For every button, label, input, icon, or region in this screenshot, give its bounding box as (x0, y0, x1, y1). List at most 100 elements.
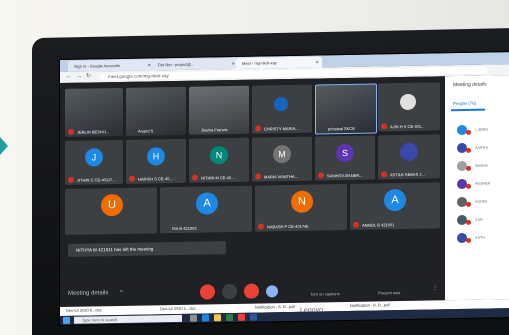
avatar: A (384, 188, 406, 212)
mic-off-icon (129, 175, 135, 182)
reload-icon[interactable]: ↻ (86, 72, 91, 81)
chevron-up-icon[interactable]: ^ (120, 290, 123, 296)
raise-hand-button[interactable] (266, 285, 278, 298)
mic-off-icon (466, 201, 471, 207)
mic-off-icon (466, 165, 471, 171)
avatar: N (210, 146, 228, 165)
task-view-icon[interactable] (190, 314, 197, 322)
participant-name: AJIN (475, 217, 483, 222)
participant-name: ABISHEK (475, 181, 491, 186)
mic-off-icon (466, 183, 471, 189)
tab-label: Meet - mg-nkdr-xay (242, 60, 277, 66)
forward-arrow-icon[interactable]: → (76, 73, 82, 82)
word-icon[interactable] (250, 313, 257, 321)
participant-name: JERLIN BESHIJ... (77, 129, 110, 135)
participant-name: principal SKCE (328, 125, 355, 132)
camera-toggle-button[interactable] (244, 283, 259, 299)
panel-title: Meeting details (453, 81, 487, 89)
participant-name: ASTILE SEBAS J... (390, 171, 425, 178)
avatar (400, 93, 416, 111)
participant-tile[interactable]: S SAMHITA BANER... (315, 135, 375, 181)
participant-name: JITHIN C CE-40117... (77, 177, 116, 183)
more-options-icon[interactable]: ⋮ (432, 284, 438, 291)
mic-off-icon (381, 123, 387, 130)
participant-name: NABASH P CE-40174b (267, 223, 309, 230)
mic-off-icon (68, 176, 74, 183)
participant-tile[interactable]: ASTILE SEBAS J... (378, 134, 440, 180)
participant-name: AGNES (475, 199, 488, 204)
participant-tile[interactable]: JERLIN BESHIJ... (65, 87, 123, 137)
mic-off-icon (318, 172, 324, 179)
avatar: U (101, 193, 123, 217)
download-item[interactable]: Dev-Lit 2020 1...doc (160, 306, 196, 312)
mic-off-icon (466, 129, 471, 135)
participant-name: HARISH S CE-40... (138, 176, 173, 182)
close-icon[interactable]: ✕ (232, 58, 235, 69)
hang-up-button[interactable] (222, 283, 237, 300)
avatar: A (196, 192, 218, 215)
tab-label: Sign in - Google Accounts (74, 62, 121, 69)
participant-name: AJITH (475, 235, 485, 240)
avatar: S (336, 143, 354, 163)
participant-tile[interactable]: CHRISTY MARIA... (252, 84, 312, 134)
edge-icon[interactable] (202, 314, 209, 322)
laptop-screen: Sign in - Google Accounts ✕ Dot Net - pr… (60, 51, 509, 326)
participant-tile[interactable]: Jissina Francis (189, 85, 249, 135)
meeting-details-panel: Meeting details People (76) L JERIN AART… (445, 74, 509, 301)
tab-people[interactable]: People (76) (453, 101, 476, 106)
brand-logo: Lenovo (300, 306, 323, 315)
participant-name: ANMOL B 421901 (362, 222, 395, 228)
notification-toast: NITHYA M 421911 has left the meeting (68, 241, 226, 257)
participant-name: CHRISTY MARIA... (264, 125, 299, 132)
participant-tile[interactable]: N NITHIN M CE-40... (189, 137, 249, 183)
mic-off-icon (466, 237, 471, 243)
download-item[interactable]: Notification - 8. D...pdf (350, 302, 390, 308)
tab-underline (451, 108, 485, 111)
back-arrow-icon[interactable]: ← (66, 73, 72, 82)
participant-name: SAMHITA BANER... (327, 172, 363, 179)
mic-toggle-button[interactable] (200, 284, 215, 300)
participant-name: L JERIN (475, 127, 488, 132)
participant-tile[interactable]: J JITHIN C CE-40117... (65, 139, 123, 185)
download-item[interactable]: Notification - 8. D...pdf (255, 304, 295, 310)
participant-name: NITHIN M CE-40... (201, 174, 235, 181)
participant-tile-speaking[interactable]: principal SKCE (315, 83, 377, 135)
store-icon[interactable] (226, 313, 233, 322)
start-icon[interactable] (63, 316, 70, 324)
meet-video-grid: JERLIN BESHIJ... Anand S Jissina Francis… (60, 76, 445, 284)
mic-off-icon (258, 223, 264, 230)
participant-tile[interactable]: Anand S (126, 86, 186, 136)
participant-name: ISA B 421903 (172, 225, 197, 232)
avatar (400, 142, 418, 162)
participant-tile[interactable]: AJIN H V CE-401... (378, 82, 440, 132)
taskbar-search-input[interactable]: Type here to search (74, 314, 182, 324)
avatar: H (147, 147, 165, 166)
participant-tile[interactable]: A ISA B 421903 (160, 185, 252, 234)
mic-off-icon (466, 147, 471, 153)
mic-off-icon (353, 221, 359, 228)
folder-icon[interactable] (214, 314, 221, 322)
participant-name: Anand S (138, 128, 154, 134)
participant-name: Jissina Francis (201, 127, 228, 133)
participant-tile[interactable]: M MARIA VANITHA... (252, 136, 312, 182)
participant-tile[interactable]: N NABASH P CE-40174b (255, 184, 347, 232)
mic-off-icon (381, 171, 387, 178)
participant-name: AJIN H V CE-401... (390, 123, 425, 130)
photo-scene: Sign in - Google Accounts ✕ Dot Net - pr… (0, 0, 509, 335)
close-icon[interactable]: ✕ (148, 59, 151, 70)
avatar: J (85, 148, 103, 167)
chrome-icon[interactable] (238, 313, 245, 321)
download-item[interactable]: Dev-Lit 2020 II...doc (66, 307, 102, 313)
participant-name: AARTHI (475, 145, 488, 150)
teal-arrow-icon (0, 137, 8, 155)
close-icon[interactable]: ✕ (316, 56, 319, 67)
participant-name: ABISHA (475, 163, 488, 168)
present-now-button[interactable]: Present now (378, 290, 400, 295)
captions-button[interactable]: Turn on captions (310, 291, 340, 297)
participant-tile[interactable]: U (65, 187, 157, 235)
meeting-details-button[interactable]: Meeting details (68, 290, 108, 297)
participant-tile[interactable]: H HARISH S CE-40... (126, 138, 186, 184)
participant-tile[interactable]: A ANMOL B 421901 (350, 182, 440, 230)
avatar: N (291, 190, 313, 213)
mic-off-icon (255, 173, 261, 180)
